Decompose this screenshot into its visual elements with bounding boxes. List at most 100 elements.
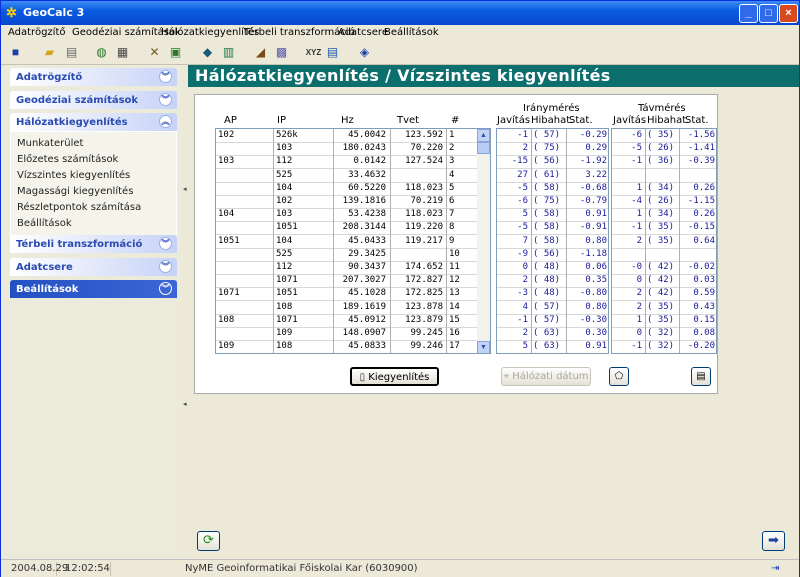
table-row[interactable]: 1 ( 34) 0.26 xyxy=(612,208,716,223)
table-row[interactable]: 0 ( 48) 0.06 xyxy=(497,261,608,275)
menu-adatcsere[interactable]: Adatcsere xyxy=(338,27,388,38)
table-row[interactable]: 2 ( 63) 0.30 xyxy=(497,327,608,341)
sidebar-item-elozetes[interactable]: Előzetes számítások xyxy=(17,152,176,168)
table-row[interactable]: 102 526k 45.0042 123.592 1 xyxy=(216,129,490,143)
table-row[interactable]: 109 108 45.0833 99.246 17 xyxy=(216,340,490,353)
save-icon[interactable]: ■ xyxy=(7,44,24,61)
panel-adatcsere[interactable]: Adatcsere ︾ xyxy=(10,258,177,276)
table-row[interactable]: 1071 1051 45.1028 172.825 13 xyxy=(216,287,490,302)
table-row[interactable]: 1071 207.3027 172.827 12 xyxy=(216,274,490,289)
print-icon[interactable]: ▤ xyxy=(63,44,80,61)
table-row[interactable]: 5 ( 63) 0.91 xyxy=(497,340,608,353)
triangulation-icon[interactable]: ✕ xyxy=(146,44,163,61)
table-row[interactable]: 4 ( 57) 0.80 xyxy=(497,301,608,315)
table-row[interactable]: 2 ( 35) 0.43 xyxy=(612,301,716,315)
table-row[interactable]: 103 180.0243 70.220 2 xyxy=(216,142,490,157)
chevron-down-icon[interactable]: ︾ xyxy=(159,237,172,250)
chevron-up-icon[interactable]: ︽ xyxy=(159,115,172,128)
table-row[interactable]: 104 103 53.4238 118.023 7 xyxy=(216,208,490,223)
table-row[interactable]: 525 33.4632 4 xyxy=(216,169,490,183)
panel-header[interactable]: Hálózatkiegyenlítés ︽ xyxy=(10,113,177,131)
level-icon[interactable]: ▥ xyxy=(220,44,237,61)
panel-header[interactable]: Geodéziai számítások ︾ xyxy=(10,91,177,109)
table-icon[interactable]: ▦ xyxy=(114,44,131,61)
chevron-down-icon[interactable]: ︾ xyxy=(159,260,172,273)
panel-beallitasok[interactable]: Beállítások ︾ xyxy=(10,280,177,298)
globe-icon[interactable]: ◍ xyxy=(93,44,110,61)
menu-beallitasok[interactable]: Beállítások xyxy=(384,27,439,38)
iranymeres-grid[interactable]: 5 ( 63) 0.91 2 ( 63) 0.30 -1 ( 57) -0.30 4 ( 57) 0.… xyxy=(496,128,609,354)
table-row[interactable]: -5 ( 58) -0.68 xyxy=(497,182,608,196)
table-row[interactable]: -15 ( 56) -1.92 xyxy=(497,155,608,170)
panel-header[interactable]: Adatcsere ︾ xyxy=(10,258,177,276)
table-row[interactable]: -5 ( 26) -1.41 xyxy=(612,142,716,157)
title-bar[interactable]: ✲ GeoCalc 3 _ □ × xyxy=(1,1,799,25)
layers-icon[interactable]: ◆ xyxy=(199,44,216,61)
panel-adatrogzito[interactable]: Adatrögzítő ︾ xyxy=(10,68,177,86)
scroll-down-icon[interactable]: ▼ xyxy=(477,341,490,353)
next-button[interactable]: ➡ xyxy=(762,531,785,551)
refresh-button[interactable]: ⟳ xyxy=(197,531,220,551)
table-row[interactable]: -1 ( 57) -0.30 xyxy=(497,314,608,328)
sidebar-item-munkaterulet[interactable]: Munkaterület xyxy=(17,136,176,152)
table-row[interactable]: 108 189.1619 123.878 14 xyxy=(216,301,490,315)
sidebar-item-reszletpontok[interactable]: Részletpontok számítása xyxy=(17,200,176,216)
xyz-icon[interactable]: XYZ xyxy=(305,44,322,61)
table-row[interactable]: -1 ( 32) -0.20 xyxy=(612,340,716,353)
table-row[interactable]: -1 ( 57) -0.29 xyxy=(497,129,608,143)
scroll-up-icon[interactable]: ▲ xyxy=(477,129,490,142)
panel-halozat[interactable]: Hálózatkiegyenlítés ︽ Munkaterület Előzet… xyxy=(10,113,177,237)
table-row[interactable]: 2 ( 42) 0.59 xyxy=(612,287,716,302)
table-row[interactable] xyxy=(612,248,716,262)
network-icon[interactable]: ▣ xyxy=(167,44,184,61)
maximize-button[interactable]: □ xyxy=(759,4,778,23)
table-row[interactable]: 2 ( 35) 0.64 xyxy=(612,235,716,249)
table-row[interactable]: -5 ( 58) -0.91 xyxy=(497,221,608,236)
observations-grid[interactable]: 109 108 45.0833 99.246 17 109 148.0907 99.245 16… xyxy=(215,128,491,354)
table-row[interactable]: -3 ( 48) -0.80 xyxy=(497,287,608,302)
table-row[interactable]: 104 60.5220 118.023 5 xyxy=(216,182,490,196)
panel-header[interactable]: Beállítások ︾ xyxy=(10,280,177,298)
table-row[interactable]: -6 ( 35) -1.56 xyxy=(612,129,716,143)
table-row[interactable]: 1051 104 45.0433 119.217 9 xyxy=(216,235,490,249)
table-row[interactable]: 2 ( 75) 0.29 xyxy=(497,142,608,157)
table-row[interactable]: -0 ( 42) -0.02 xyxy=(612,261,716,275)
sidebar-item-magassagi[interactable]: Magassági kiegyenlítés xyxy=(17,184,176,200)
panel-terbeli[interactable]: Térbeli transzformáció ︾ xyxy=(10,235,177,253)
exit-icon[interactable]: ⇥ xyxy=(767,562,781,576)
table-row[interactable]: -1 ( 35) -0.15 xyxy=(612,221,716,236)
table-row[interactable]: -1 ( 36) -0.39 xyxy=(612,155,716,170)
table-row[interactable]: 1051 208.3144 119.220 8 xyxy=(216,221,490,236)
menu-adatrogzito[interactable]: Adatrögzítő xyxy=(8,27,66,38)
table-row[interactable]: 525 29.3425 10 xyxy=(216,248,490,262)
report-button[interactable]: ▤ xyxy=(691,367,711,386)
table-row[interactable]: 7 ( 58) 0.80 xyxy=(497,235,608,249)
shape-button[interactable]: ⬠ xyxy=(609,367,629,386)
scroll-thumb[interactable] xyxy=(477,142,490,154)
table-row[interactable]: 5 ( 58) 0.91 xyxy=(497,208,608,223)
chevron-down-icon[interactable]: ︾ xyxy=(159,70,172,83)
table-row[interactable]: 0 ( 32) 0.08 xyxy=(612,327,716,341)
tavmeres-grid[interactable]: -1 ( 32) -0.20 0 ( 32) 0.08 1 ( 35) 0.15 2 ( 35) 0.… xyxy=(611,128,717,354)
table-row[interactable]: 112 90.3437 174.652 11 xyxy=(216,261,490,275)
table-row[interactable]: 109 148.0907 99.245 16 xyxy=(216,327,490,341)
table-row[interactable] xyxy=(612,169,716,183)
table-row[interactable]: 1 ( 35) 0.15 xyxy=(612,314,716,328)
table-row[interactable]: 0 ( 42) 0.03 xyxy=(612,274,716,289)
table-row[interactable]: -6 ( 75) -0.79 xyxy=(497,195,608,209)
export-icon[interactable]: ▤ xyxy=(324,44,341,61)
close-button[interactable]: × xyxy=(779,4,798,23)
halozati-datum-button[interactable]: ⌖ Hálózati dátum xyxy=(501,367,591,386)
sidebar-item-beallitasok[interactable]: Beállítások xyxy=(17,216,176,232)
table-row[interactable]: -4 ( 26) -1.15 xyxy=(612,195,716,209)
table-row[interactable]: 102 139.1816 70.219 6 xyxy=(216,195,490,209)
chevron-down-icon[interactable]: ︾ xyxy=(159,93,172,106)
sidebar-item-vizszintes[interactable]: Vízszintes kiegyenlítés xyxy=(17,168,176,184)
table-row[interactable]: 1 ( 34) 0.26 xyxy=(612,182,716,196)
table-row[interactable]: 103 112 0.0142 127.524 3 xyxy=(216,155,490,170)
table-row[interactable]: -9 ( 56) -1.18 xyxy=(497,248,608,262)
book-icon[interactable]: ◈ xyxy=(356,44,373,61)
table-row[interactable]: 27 ( 61) 3.22 xyxy=(497,169,608,183)
open-folder-icon[interactable]: ▰ xyxy=(41,44,58,61)
panel-geodeziai[interactable]: Geodéziai számítások ︾ xyxy=(10,91,177,109)
